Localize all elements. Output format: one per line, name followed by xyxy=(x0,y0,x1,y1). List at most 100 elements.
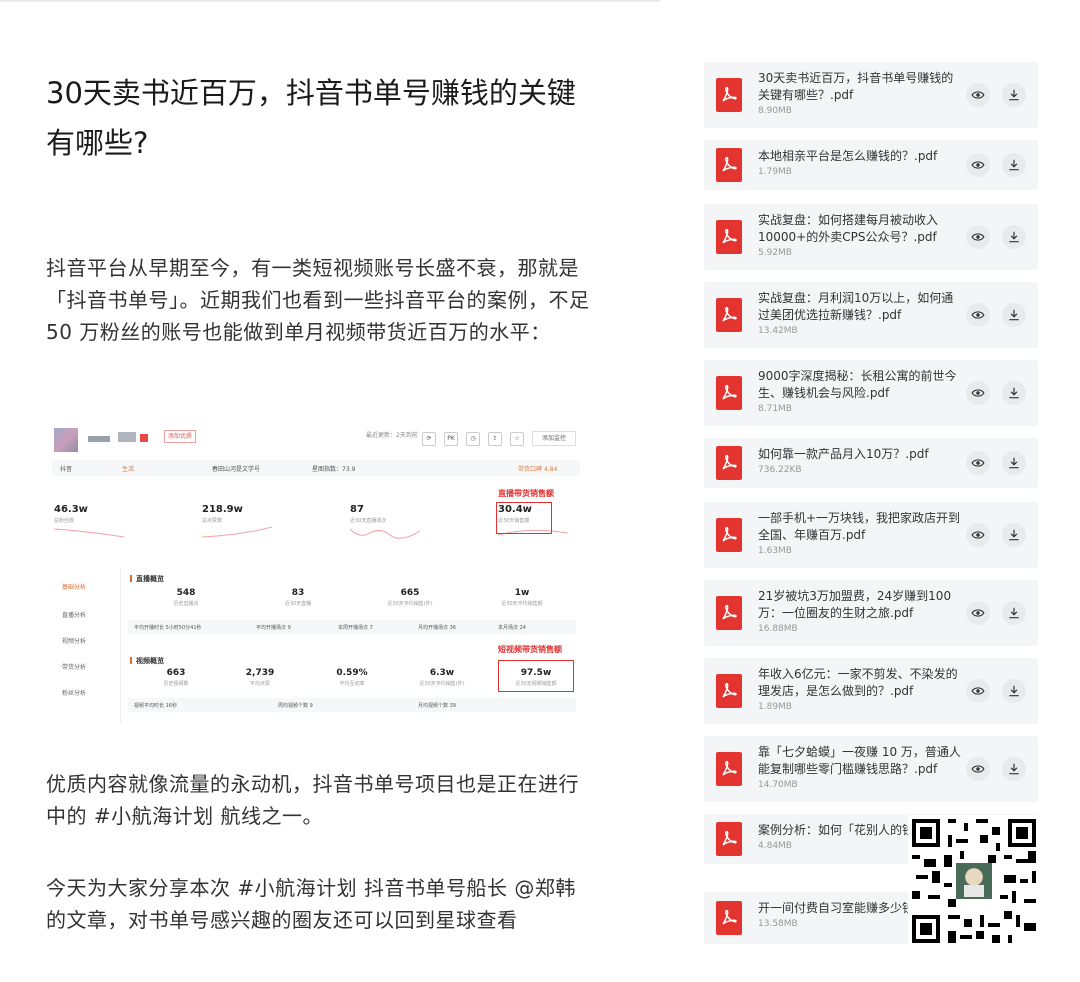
download-button[interactable] xyxy=(1002,303,1026,327)
file-size: 1.63MB xyxy=(758,546,792,556)
download-icon xyxy=(1009,159,1019,171)
video-stat-label: 平均互动率 xyxy=(339,681,365,687)
avatar xyxy=(54,428,78,452)
download-button[interactable] xyxy=(1002,757,1026,781)
preview-button[interactable] xyxy=(966,381,990,405)
stat-label: 总粉丝数 xyxy=(54,518,75,524)
preview-button[interactable] xyxy=(966,83,990,107)
file-size: 1.89MB xyxy=(758,702,792,712)
stat: 46.3w 总粉丝数 xyxy=(53,504,125,543)
download-icon xyxy=(1009,387,1019,399)
download-button[interactable] xyxy=(1002,679,1026,703)
eye-icon xyxy=(971,311,985,319)
video-stat-value: 2,739 xyxy=(245,668,275,678)
video-stat-label: 平均点赞 xyxy=(249,681,270,687)
pdf-icon xyxy=(716,596,742,630)
preview-button[interactable] xyxy=(966,451,990,475)
side-nav: 基础分析 直播分析 视频分析 带货分析 粉丝分析 xyxy=(52,568,121,723)
nav-item: 视频分析 xyxy=(62,638,87,645)
stat-value: 46.3w xyxy=(54,504,88,515)
download-icon xyxy=(1009,89,1019,101)
update-time: 最近更新：2天到前 xyxy=(366,432,418,439)
file-name[interactable]: 9000字深度揭秘：长租公寓的前世今生、赚钱机会与风险.pdf xyxy=(758,368,963,402)
article-paragraph-3: 今天为大家分享本次 #小航海计划 抖音书单号船长 @郑韩 的文章，对书单号感兴趣… xyxy=(46,876,576,932)
live-summary-row: 平均开播时长 5小时50分41秒 平均开播场次 9 本周开播场次 7 月均开播场… xyxy=(128,620,576,634)
download-button[interactable] xyxy=(1002,83,1026,107)
video-stat-label: 近30天平均销售(件) xyxy=(419,681,465,687)
video-section-title: 视频概览 xyxy=(130,656,164,666)
download-icon xyxy=(1009,309,1019,321)
stat: 218.9w 总点赞数 xyxy=(201,504,273,543)
preview-button[interactable] xyxy=(966,225,990,249)
pdf-icon xyxy=(716,901,742,935)
download-icon xyxy=(1009,763,1019,775)
file-item[interactable]: 如何靠一款产品月入10万？.pdf 736.22KB xyxy=(704,438,1038,488)
file-name[interactable]: 30天卖书近百万，抖音书单号赚钱的关键有哪些？.pdf xyxy=(758,70,963,104)
preview-button[interactable] xyxy=(966,523,990,547)
download-icon xyxy=(1009,231,1019,243)
refresh-icon: ⟳ xyxy=(422,432,436,446)
article-paragraph-1: 抖音平台从早期至今，有一类短视频账号长盛不衰，那就是「抖音书单号」。近期我们也看… xyxy=(46,256,590,344)
eye-icon xyxy=(971,687,985,695)
file-size: 4.84MB xyxy=(758,841,792,851)
file-name[interactable]: 一部手机+一万块钱，我把家政店开到全国、年赚百万.pdf xyxy=(758,510,963,544)
file-item[interactable]: 一部手机+一万块钱，我把家政店开到全国、年赚百万.pdf 1.63MB xyxy=(704,502,1038,568)
download-button[interactable] xyxy=(1002,601,1026,625)
file-item[interactable]: 实战复盘：如何搭建每月被动收入10000+的外卖CPS公众号？.pdf 5.92M… xyxy=(704,204,1038,270)
file-name[interactable]: 年收入6亿元：一家不剪发、不染发的理发店，是怎么做到的？.pdf xyxy=(758,666,963,700)
file-size: 736.22KB xyxy=(758,465,802,475)
video-stat-value: 0.59% xyxy=(336,668,368,678)
qr-code-image xyxy=(908,815,1040,947)
file-name[interactable]: 实战复盘：月利润10万以上，如何通过美团优选拉新赚钱？.pdf xyxy=(758,290,963,324)
download-button[interactable] xyxy=(1002,523,1026,547)
pdf-icon xyxy=(716,220,742,254)
blurred-name xyxy=(118,432,136,442)
trend-line xyxy=(349,528,421,539)
share-icon: ⇪ xyxy=(488,432,502,446)
download-button[interactable] xyxy=(1002,225,1026,249)
file-item[interactable]: 年收入6亿元：一家不剪发、不染发的理发店，是怎么做到的？.pdf 1.89MB xyxy=(704,658,1038,724)
file-item[interactable]: 实战复盘：月利润10万以上，如何通过美团优选拉新赚钱？.pdf 13.42MB xyxy=(704,282,1038,348)
preview-button[interactable] xyxy=(966,679,990,703)
highlight-box xyxy=(498,660,574,692)
file-name[interactable]: 靠「七夕蛤蟆」一夜赚 10 万，普通人能复制哪些零门槛赚钱思路？.pdf xyxy=(758,744,963,778)
nav-item: 带货分析 xyxy=(62,664,87,671)
preview-button[interactable] xyxy=(966,303,990,327)
live-stat-value: 665 xyxy=(400,588,420,598)
stat-value: 87 xyxy=(350,504,364,515)
download-button[interactable] xyxy=(1002,451,1026,475)
nav-item: 基础分析 xyxy=(62,584,87,591)
history-icon: ◷ xyxy=(466,432,480,446)
file-name[interactable]: 如何靠一款产品月入10万？.pdf xyxy=(758,446,963,463)
video-stat-value: 6.3w xyxy=(429,668,455,678)
blurred-name xyxy=(88,436,110,442)
file-size: 5.92MB xyxy=(758,248,792,258)
tag: 添加优质 xyxy=(164,430,196,443)
file-item[interactable]: 30天卖书近百万，抖音书单号赚钱的关键有哪些？.pdf 8.90MB xyxy=(704,62,1038,128)
live-stat-value: 548 xyxy=(176,588,196,598)
download-button[interactable] xyxy=(1002,153,1026,177)
preview-button[interactable] xyxy=(966,757,990,781)
file-size: 8.90MB xyxy=(758,106,792,116)
pdf-icon xyxy=(716,446,742,480)
pdf-icon xyxy=(716,518,742,552)
file-item[interactable]: 靠「七夕蛤蟆」一夜赚 10 万，普通人能复制哪些零门槛赚钱思路？.pdf 14.7… xyxy=(704,736,1038,802)
eye-icon xyxy=(971,531,985,539)
download-button[interactable] xyxy=(1002,381,1026,405)
live-stat-label: 近30天直播 xyxy=(284,601,312,607)
summary-item: 本周开播场次 7 xyxy=(338,625,373,631)
file-name[interactable]: 21岁被坑3万加盟费，24岁赚到100万：一位圈友的生财之旅.pdf xyxy=(758,588,963,622)
file-name[interactable]: 本地相亲平台是怎么赚钱的？.pdf xyxy=(758,148,963,165)
info-bar: 抖音 生活 春田山河是文学号 星图指数：73.9 带货口碑 4.84 xyxy=(52,460,580,476)
file-name[interactable]: 实战复盘：如何搭建每月被动收入10000+的外卖CPS公众号？.pdf xyxy=(758,212,963,246)
preview-button[interactable] xyxy=(966,601,990,625)
file-item[interactable]: 21岁被坑3万加盟费，24岁赚到100万：一位圈友的生财之旅.pdf 16.88M… xyxy=(704,580,1038,646)
pdf-icon xyxy=(716,822,742,856)
file-item[interactable]: 9000字深度揭秘：长租公寓的前世今生、赚钱机会与风险.pdf 8.71MB xyxy=(704,360,1038,426)
add-monitor-button: 添加监控 xyxy=(532,431,576,446)
stat-value: 218.9w xyxy=(202,504,243,515)
file-item[interactable]: 本地相亲平台是怎么赚钱的？.pdf 1.79MB xyxy=(704,140,1038,190)
info-category: 生活 xyxy=(122,466,135,473)
pdf-icon xyxy=(716,752,742,786)
preview-button[interactable] xyxy=(966,153,990,177)
